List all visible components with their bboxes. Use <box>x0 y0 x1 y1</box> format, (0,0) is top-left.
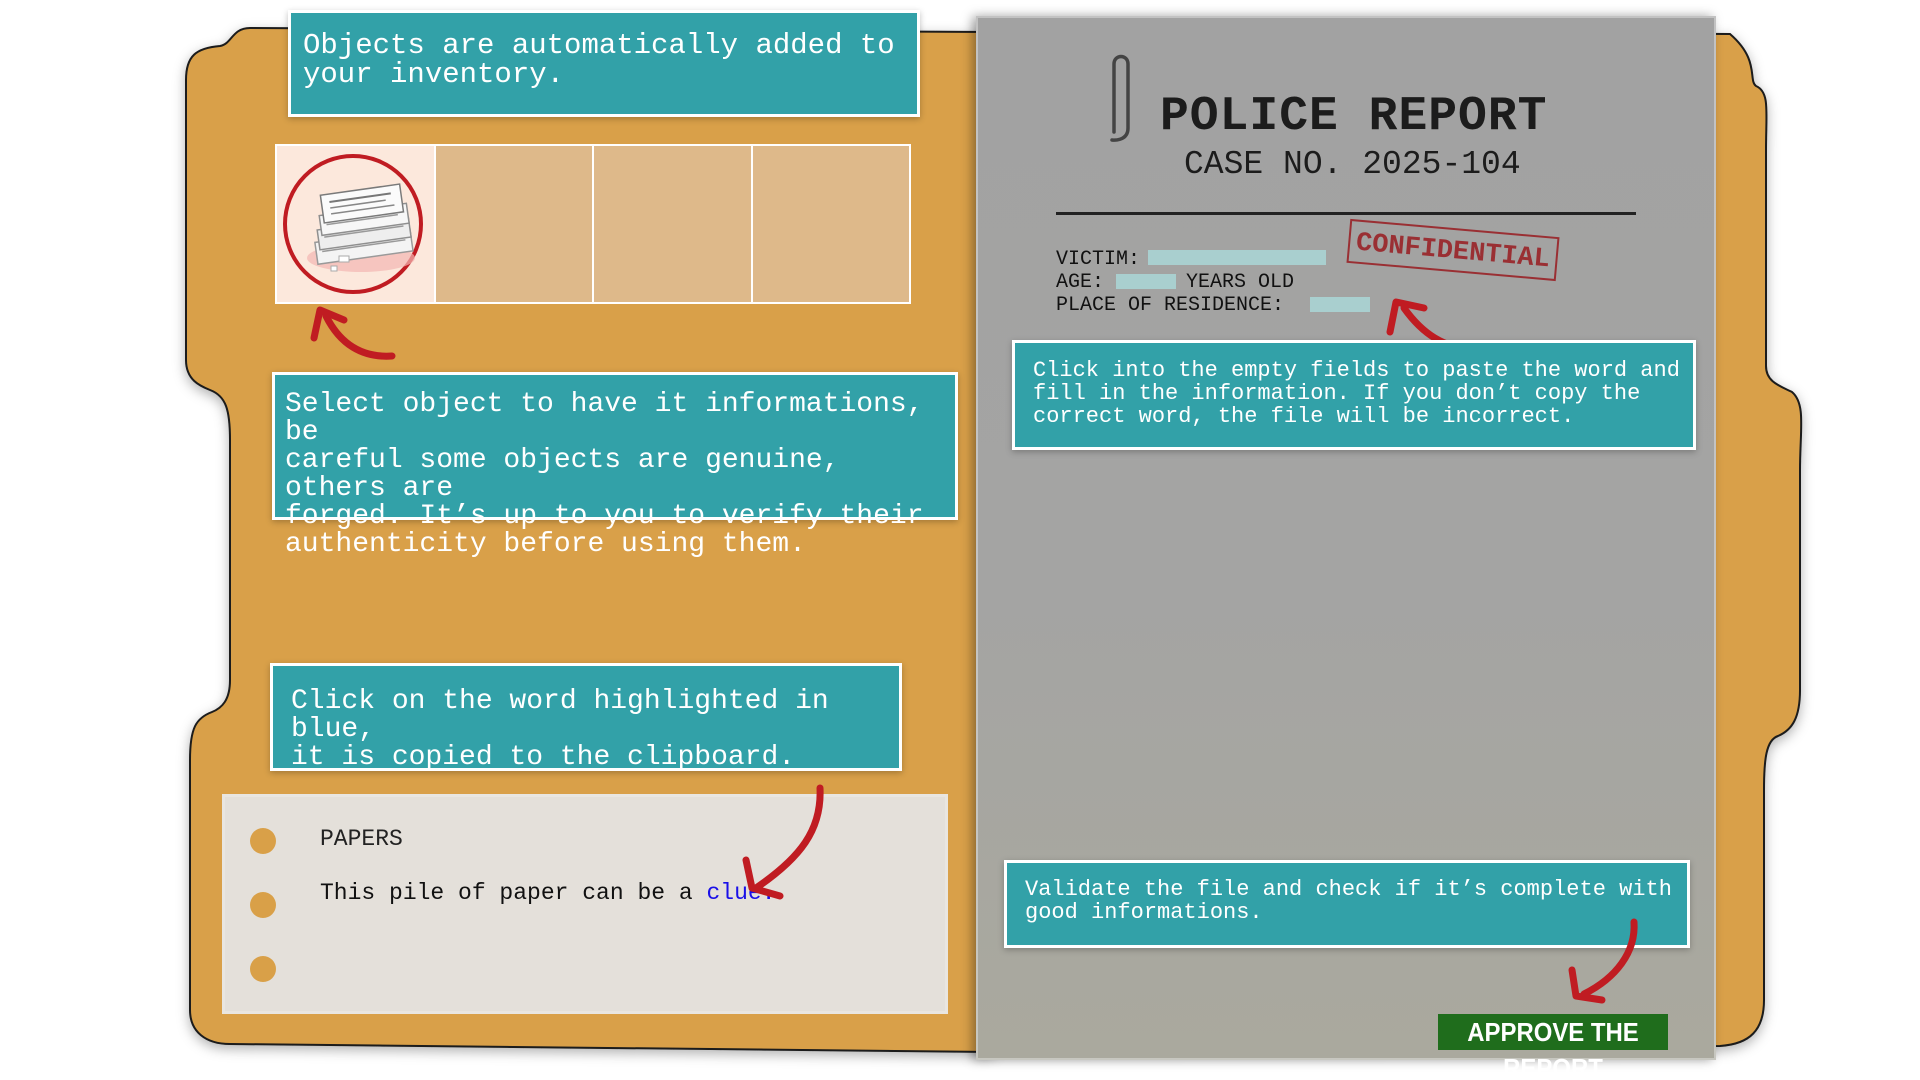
report-divider <box>1056 212 1636 215</box>
inventory-slot-4[interactable] <box>752 146 909 302</box>
note-title: PAPERS <box>320 826 403 852</box>
report-title: POLICE REPORT <box>1160 90 1548 144</box>
paperclip-icon <box>1110 54 1130 142</box>
tooltip-select-object: Select object to have it informations, b… <box>272 372 958 559</box>
tooltip-inventory: Objects are automatically added to your … <box>288 10 920 117</box>
approve-report-button[interactable]: APPROVE THE REPORT <box>1438 1014 1668 1080</box>
inventory-slot-2[interactable] <box>435 146 594 302</box>
notes-bullet-2 <box>250 892 276 918</box>
residence-label: PLACE OF RESIDENCE: <box>1056 294 1285 317</box>
residence-field[interactable] <box>1310 297 1370 312</box>
object-notes-panel: PAPERS This pile of paper can be a clue. <box>222 794 948 1014</box>
tooltip-fill-fields: Click into the empty fields to paste the… <box>1012 340 1696 450</box>
victim-label: VICTIM: <box>1056 248 1141 271</box>
arrow-to-clue-icon <box>742 784 824 900</box>
inventory-slot-1[interactable] <box>277 146 436 302</box>
age-field[interactable] <box>1116 274 1176 289</box>
tooltip-clipboard: Click on the word highlighted in blue, i… <box>270 663 902 772</box>
inventory-bar <box>275 144 911 304</box>
note-text-prefix: This pile of paper can be a <box>320 880 693 906</box>
arrow-to-approve-icon <box>1568 918 1638 1004</box>
age-label: AGE: <box>1056 271 1105 294</box>
game-screen: Objects are automatically added to your … <box>0 0 1920 1080</box>
arrow-to-inventory-icon <box>310 306 396 360</box>
report-case-number: CASE NO. 2025-104 <box>1184 146 1521 183</box>
confidential-stamp: CONFIDENTIAL <box>1346 218 1560 282</box>
notes-bullet-1 <box>250 828 276 854</box>
note-description: This pile of paper can be a clue. <box>320 880 776 906</box>
victim-field[interactable] <box>1148 250 1326 265</box>
age-suffix: YEARS OLD <box>1186 271 1295 294</box>
inventory-slot-3[interactable] <box>594 146 753 302</box>
papers-pile-icon <box>307 183 415 272</box>
notes-bullet-3 <box>250 956 276 982</box>
